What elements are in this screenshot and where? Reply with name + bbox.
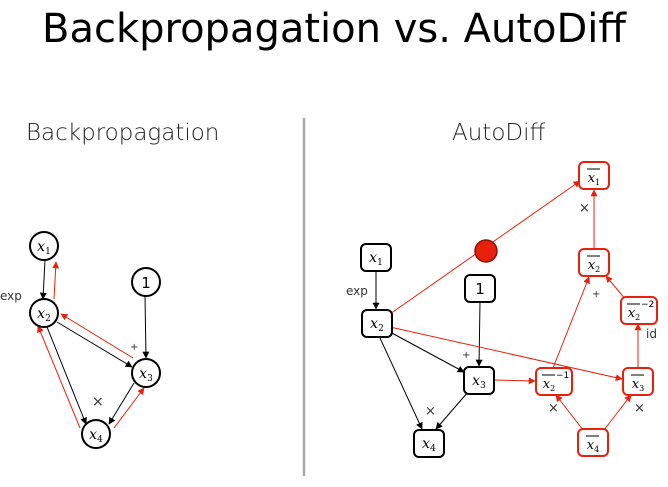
edge-x2-x4 xyxy=(46,326,87,425)
svg-text:−1: −1 xyxy=(556,371,569,381)
label-times-x3bar: × xyxy=(634,401,645,416)
label-times-x2inv: × xyxy=(548,401,559,416)
adj-edge-x2sq-x2bar xyxy=(605,275,627,301)
node-x1: x1 xyxy=(360,243,392,272)
edge-x1-x2 xyxy=(39,259,47,300)
node-x4: x4 xyxy=(413,429,445,458)
svg-text:−2: −2 xyxy=(641,300,654,310)
node-bar-x2-inverse: x2 −1 xyxy=(535,367,573,396)
node-x2: x2 xyxy=(361,309,393,338)
edge-one-x3 xyxy=(475,301,483,367)
svg-text:1: 1 xyxy=(141,274,151,292)
edge-x2-x3 xyxy=(389,331,465,373)
node-one: 1 xyxy=(131,267,161,297)
label-plus: + xyxy=(130,342,138,353)
label-exp: exp xyxy=(0,289,22,303)
node-x3: x3 xyxy=(463,366,495,395)
adj-edge-x4bar-x2inv xyxy=(555,394,584,431)
edge-x2-x4 xyxy=(379,337,423,430)
grad-edge-x3-x2 xyxy=(60,313,134,359)
node-bar-x2: x2 xyxy=(578,248,610,277)
adj-edge-x3-x2inv xyxy=(493,377,536,385)
edge-x2-x3 xyxy=(56,321,133,368)
label-id: id xyxy=(646,327,657,341)
edge-one-x3 xyxy=(142,295,150,359)
label-times-x1bar: × xyxy=(579,201,590,216)
diagram-canvas: x1 x2 x3 x4 1 exp + × x1 x2 1 x3 x4 x1 x… xyxy=(0,118,658,476)
node-x4: x4 xyxy=(81,419,111,449)
svg-text:1: 1 xyxy=(475,280,485,298)
backprop-graph: x1 x2 x3 x4 1 exp + × xyxy=(0,231,161,449)
label-exp: exp xyxy=(346,284,368,298)
node-bar-x4: x4 xyxy=(577,428,609,457)
adj-edge-x4bar-x3bar xyxy=(603,394,632,431)
label-times-x4: × xyxy=(425,404,436,419)
node-one: 1 xyxy=(464,274,496,303)
node-bar-x3: x3 xyxy=(622,367,654,396)
node-x3: x3 xyxy=(131,358,161,388)
label-times: × xyxy=(92,394,104,410)
node-x1: x1 xyxy=(29,231,59,261)
node-x2: x2 xyxy=(29,298,59,328)
grad-edge-x2-x1 xyxy=(52,261,60,300)
node-bar-x2-squared: x2 −2 xyxy=(620,296,658,325)
seed-node-dot xyxy=(474,239,498,263)
grad-edge-x4-x2 xyxy=(37,325,81,429)
edge-x3-x4 xyxy=(435,391,469,430)
adj-edge-x2-x3bar xyxy=(389,326,623,382)
label-plus: + xyxy=(462,350,470,361)
autodiff-graph: x1 x2 1 x3 x4 x1 x2 x2 −2 x2 −1 x3 x4 ex… xyxy=(346,161,658,458)
adj-edge-x2inv-x2bar xyxy=(552,276,590,369)
label-plus-adjoint: + xyxy=(592,289,600,300)
node-bar-x1: x1 xyxy=(578,161,610,190)
